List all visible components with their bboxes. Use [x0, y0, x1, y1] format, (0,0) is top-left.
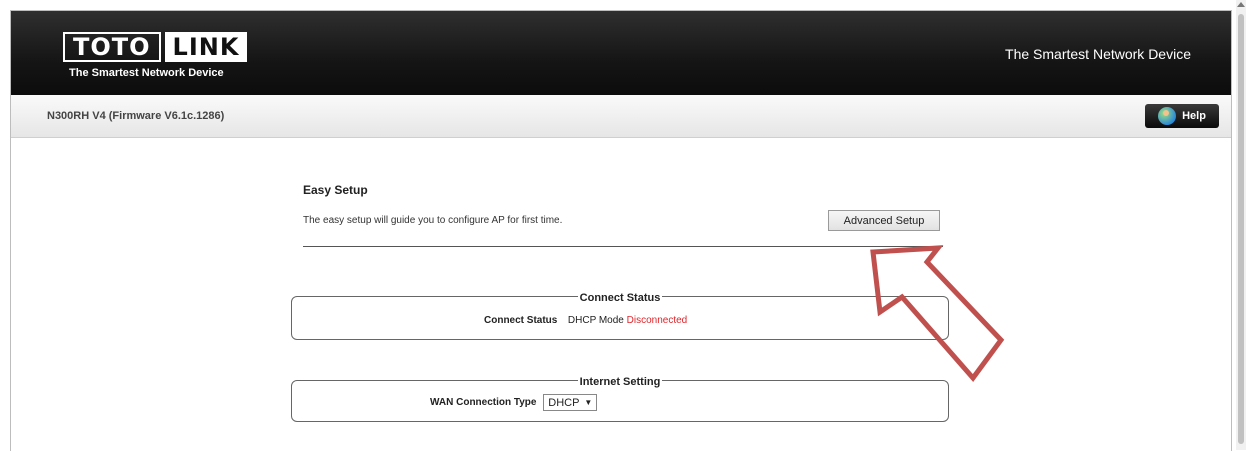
scroll-thumb[interactable] — [1238, 14, 1244, 444]
scroll-up-icon[interactable] — [1237, 2, 1245, 7]
annotation-arrow — [870, 245, 1005, 382]
vertical-scrollbar[interactable] — [1236, 0, 1246, 450]
pointer-arrow-icon — [870, 245, 1005, 382]
